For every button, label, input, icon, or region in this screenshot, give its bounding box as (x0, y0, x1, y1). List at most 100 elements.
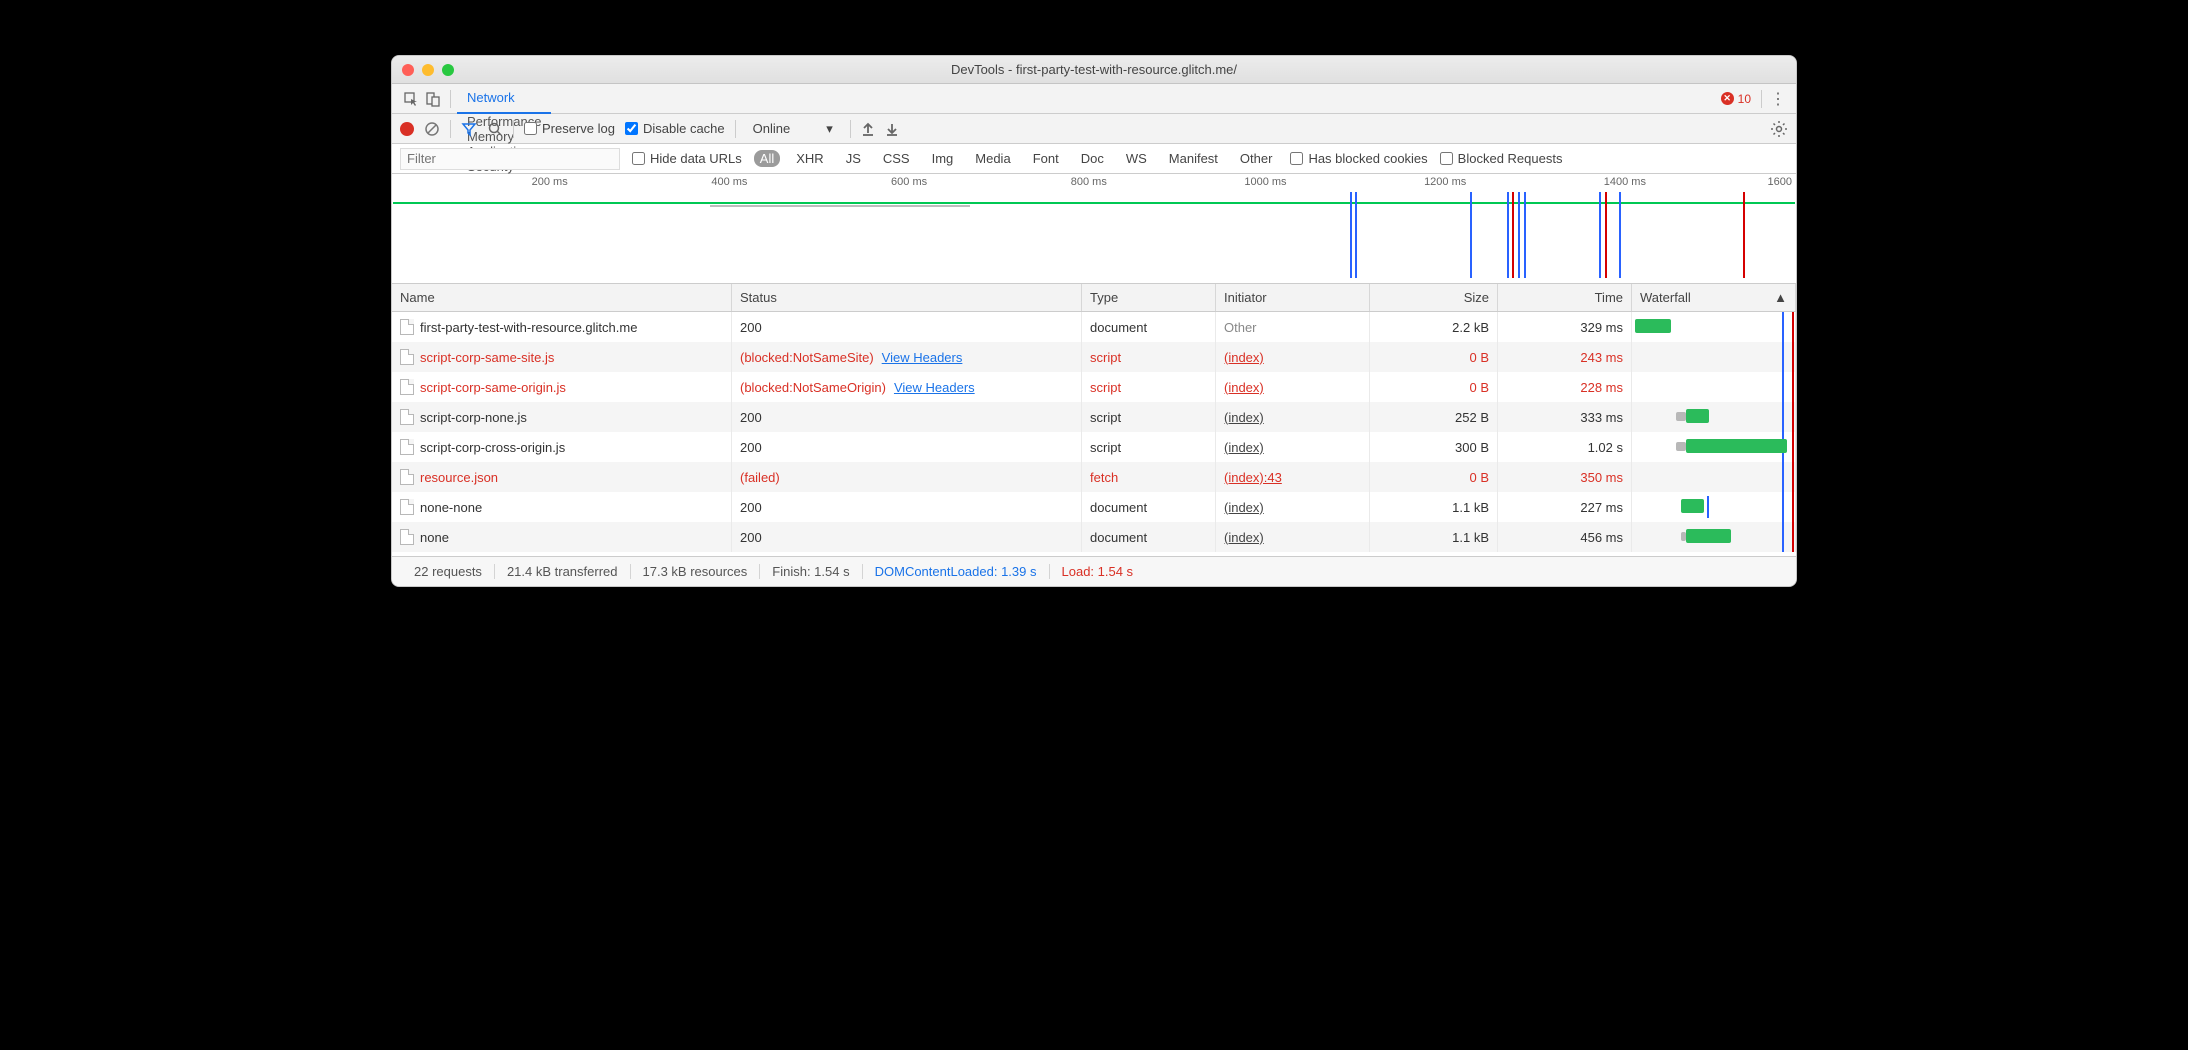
timeline-marker (1524, 192, 1526, 278)
type-filter-font[interactable]: Font (1027, 150, 1065, 167)
type-filter-img[interactable]: Img (926, 150, 960, 167)
request-row[interactable]: none-none200document(index)1.1 kB227 ms (392, 492, 1796, 522)
type-filter-js[interactable]: JS (840, 150, 867, 167)
column-type[interactable]: Type (1082, 284, 1216, 311)
clear-icon[interactable] (424, 121, 440, 137)
view-headers-link[interactable]: View Headers (882, 350, 963, 365)
timeline-tick: 1600 (1768, 176, 1796, 188)
request-status: (blocked:NotSameSite) (740, 350, 874, 365)
request-name: script-corp-none.js (420, 410, 527, 425)
request-status: 200 (740, 500, 762, 515)
timeline-marker (1518, 192, 1520, 278)
request-status: 200 (740, 440, 762, 455)
filter-icon[interactable] (461, 121, 477, 137)
request-row[interactable]: none200document(index)1.1 kB456 ms (392, 522, 1796, 552)
column-waterfall[interactable]: Waterfall▲ (1632, 284, 1796, 311)
request-row[interactable]: first-party-test-with-resource.glitch.me… (392, 312, 1796, 342)
request-row[interactable]: script-corp-same-origin.js(blocked:NotSa… (392, 372, 1796, 402)
timeline-marker (1599, 192, 1601, 278)
request-initiator[interactable]: (index) (1224, 380, 1264, 395)
request-row[interactable]: script-corp-same-site.js (blocked:NotSame… (392, 342, 1796, 372)
view-headers-link[interactable]: View Headers (894, 380, 975, 395)
request-time: 350 ms (1498, 462, 1632, 492)
throttling-select[interactable]: Online ▾ (746, 118, 840, 140)
upload-har-icon[interactable] (861, 122, 875, 136)
waterfall-cell (1632, 522, 1796, 552)
disable-cache-checkbox[interactable]: Disable cache (625, 121, 725, 136)
devtools-window: DevTools - first-party-test-with-resourc… (391, 55, 1797, 587)
type-filter-xhr[interactable]: XHR (790, 150, 829, 167)
request-initiator[interactable]: (index) (1224, 350, 1264, 365)
timeline-tick: 1200 ms (1424, 176, 1470, 188)
request-initiator[interactable]: (index) (1224, 530, 1264, 545)
has-blocked-cookies-checkbox[interactable]: Has blocked cookies (1290, 151, 1427, 166)
request-row[interactable]: script-corp-cross-origin.js200script(ind… (392, 432, 1796, 462)
request-status: 200 (740, 530, 762, 545)
requests-table-header: Name Status Type Initiator Size Time Wat… (392, 284, 1796, 312)
download-har-icon[interactable] (885, 122, 899, 136)
request-row[interactable]: script-corp-none.js200script(index)252 B… (392, 402, 1796, 432)
request-name: resource.json (420, 470, 498, 485)
type-filter-all[interactable]: All (754, 150, 780, 167)
request-name: first-party-test-with-resource.glitch.me (420, 320, 637, 335)
request-time: 456 ms (1498, 522, 1632, 552)
error-badge[interactable]: ✕ 10 (1721, 92, 1751, 106)
request-initiator[interactable]: (index) (1224, 410, 1264, 425)
request-status: 200 (740, 410, 762, 425)
request-initiator[interactable]: (index):43 (1224, 470, 1282, 485)
settings-icon[interactable] (1770, 120, 1788, 138)
type-filter-manifest[interactable]: Manifest (1163, 150, 1224, 167)
request-initiator[interactable]: (index) (1224, 500, 1264, 515)
file-icon (400, 499, 414, 515)
request-size: 300 B (1370, 432, 1498, 462)
hide-data-urls-checkbox[interactable]: Hide data URLs (632, 151, 742, 166)
timeline-marker (1470, 192, 1472, 278)
column-status[interactable]: Status (732, 284, 1082, 311)
request-time: 243 ms (1498, 342, 1632, 372)
status-finish: Finish: 1.54 s (760, 564, 862, 579)
tab-network[interactable]: Network (457, 84, 551, 114)
type-filter-media[interactable]: Media (969, 150, 1016, 167)
request-time: 227 ms (1498, 492, 1632, 522)
request-status: (blocked:NotSameOrigin) (740, 380, 886, 395)
preserve-log-checkbox[interactable]: Preserve log (524, 121, 615, 136)
timeline-tick: 1000 ms (1244, 176, 1290, 188)
column-size[interactable]: Size (1370, 284, 1498, 311)
request-size: 2.2 kB (1370, 312, 1498, 342)
waterfall-cell (1632, 372, 1796, 402)
search-icon[interactable] (487, 121, 503, 137)
column-initiator[interactable]: Initiator (1216, 284, 1370, 311)
timeline-tick: 200 ms (532, 176, 572, 188)
request-size: 0 B (1370, 462, 1498, 492)
requests-table-body[interactable]: first-party-test-with-resource.glitch.me… (392, 312, 1796, 556)
file-icon (400, 439, 414, 455)
timeline-overview[interactable]: 200 ms400 ms600 ms800 ms1000 ms1200 ms14… (392, 174, 1796, 284)
record-button[interactable] (400, 122, 414, 136)
type-filter-ws[interactable]: WS (1120, 150, 1153, 167)
column-time[interactable]: Time (1498, 284, 1632, 311)
timeline-marker (1619, 192, 1621, 278)
filter-input[interactable] (400, 148, 620, 170)
request-initiator: Other (1224, 320, 1257, 335)
type-filter-doc[interactable]: Doc (1075, 150, 1110, 167)
timeline-tick: 800 ms (1071, 176, 1111, 188)
request-time: 329 ms (1498, 312, 1632, 342)
type-filter-css[interactable]: CSS (877, 150, 916, 167)
status-requests: 22 requests (402, 564, 495, 579)
request-initiator[interactable]: (index) (1224, 440, 1264, 455)
request-type: script (1082, 402, 1216, 432)
request-name: none (420, 530, 449, 545)
request-name: script-corp-same-site.js (420, 350, 554, 365)
blocked-requests-checkbox[interactable]: Blocked Requests (1440, 151, 1563, 166)
column-name[interactable]: Name (392, 284, 732, 311)
resource-type-filters: All XHR JS CSS Img Media Font Doc WS Manifest Othe… (754, 150, 1279, 167)
more-menu-icon[interactable]: ⋮ (1768, 89, 1788, 109)
type-filter-other[interactable]: Other (1234, 150, 1279, 167)
request-row[interactable]: resource.json(failed)fetch(index):430 B3… (392, 462, 1796, 492)
panel-tabs: LighthouseElementsConsoleSourcesNetworkP… (392, 84, 1796, 114)
device-toggle-icon[interactable] (422, 91, 444, 107)
request-type: document (1082, 522, 1216, 552)
request-status: (failed) (740, 470, 780, 485)
inspect-icon[interactable] (400, 91, 422, 107)
waterfall-cell (1632, 492, 1796, 522)
